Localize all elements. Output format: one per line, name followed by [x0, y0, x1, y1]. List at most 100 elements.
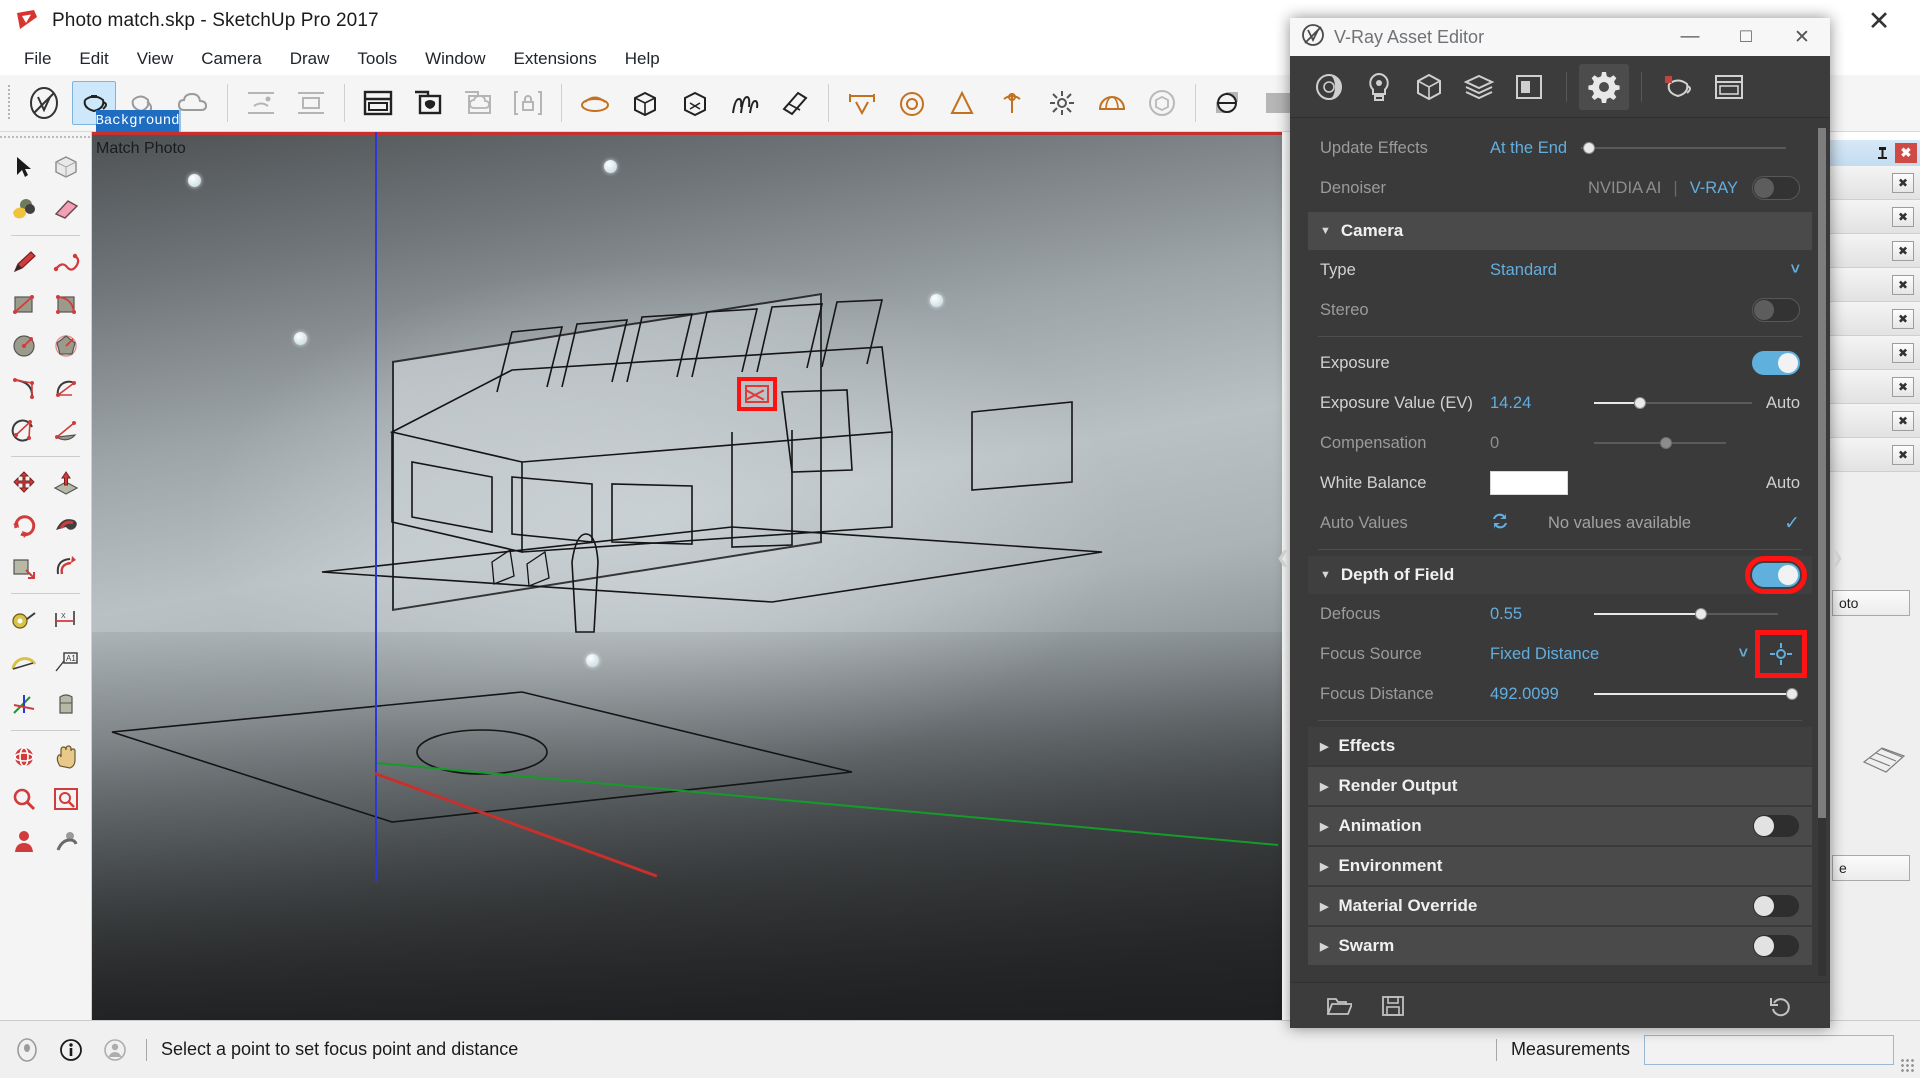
white-balance-auto[interactable]: Auto [1766, 474, 1800, 493]
tray-row[interactable]: ✖ [1829, 438, 1920, 472]
focus-distance-value[interactable]: 492.0099 [1490, 685, 1580, 704]
tray-btn-name[interactable]: e [1832, 855, 1910, 881]
line-pencil-icon[interactable] [3, 241, 45, 283]
rect-light-icon[interactable] [840, 81, 884, 125]
walk-icon[interactable] [45, 820, 87, 862]
rectangle-icon[interactable] [3, 283, 45, 325]
tray-close-button[interactable]: ✖ [1895, 143, 1917, 163]
resize-grip[interactable] [1900, 1058, 1914, 1072]
toolbar-grip[interactable] [6, 85, 15, 121]
collapse-right-arrow-icon[interactable]: ❯ [1830, 548, 1844, 568]
render-region-icon[interactable] [239, 81, 283, 125]
tape-measure-icon[interactable] [3, 599, 45, 641]
tray-btn-photo[interactable]: oto [1832, 590, 1910, 616]
denoiser-mode[interactable]: V-RAY [1690, 179, 1738, 198]
tab-render[interactable] [1654, 64, 1704, 110]
protractor-icon[interactable] [3, 641, 45, 683]
lock-icon[interactable] [506, 81, 550, 125]
eraser-icon[interactable] [45, 188, 87, 230]
tab-lights[interactable] [1354, 64, 1404, 110]
arc-3point-icon[interactable] [3, 409, 45, 451]
menu-extensions[interactable]: Extensions [500, 47, 611, 71]
zoom-icon[interactable] [3, 778, 45, 820]
sphere-light-icon[interactable] [890, 81, 934, 125]
render-frame-icon[interactable] [289, 81, 333, 125]
row-exposure[interactable]: Exposure [1308, 343, 1812, 383]
rotated-rectangle-icon[interactable] [45, 283, 87, 325]
info-icon[interactable] [54, 1033, 88, 1067]
row-update-effects[interactable]: Update Effects At the End [1308, 128, 1812, 168]
denoiser-engine[interactable]: NVIDIA AI [1588, 179, 1661, 198]
type-chevron-down-icon[interactable]: ˅ [1791, 261, 1800, 279]
scale-icon[interactable] [3, 546, 45, 588]
focus-source-chevron-down-icon[interactable]: ˅ [1739, 645, 1748, 663]
mesh-light-icon[interactable] [673, 81, 717, 125]
focus-source-value[interactable]: Fixed Distance [1490, 645, 1599, 664]
grid-icon[interactable] [1862, 740, 1906, 781]
paint-bucket-icon[interactable] [3, 188, 45, 230]
update-effects-value[interactable]: At the End [1490, 139, 1567, 158]
row-defocus[interactable]: Defocus 0.55 [1308, 594, 1812, 634]
row-exposure-value[interactable]: Exposure Value (EV) 14.24 Auto [1308, 383, 1812, 423]
rotate-icon[interactable] [3, 504, 45, 546]
white-balance-swatch[interactable] [1490, 471, 1568, 495]
pushpull-icon[interactable] [45, 462, 87, 504]
text-label-icon[interactable]: A1 [45, 641, 87, 683]
section-render-output[interactable]: ▶ Render Output [1308, 767, 1812, 805]
drawing-canvas[interactable] [92, 132, 1282, 1020]
maximize-button[interactable]: □ [1718, 18, 1774, 56]
dome-light-icon[interactable] [1090, 81, 1134, 125]
section-environment[interactable]: ▶ Environment [1308, 847, 1812, 885]
row-focus-distance[interactable]: Focus Distance 492.0099 [1308, 674, 1812, 714]
palette-grip[interactable] [0, 132, 91, 142]
check-icon[interactable]: ✓ [1784, 512, 1800, 535]
animation-toggle[interactable] [1752, 814, 1800, 838]
folder-open-icon[interactable] [1312, 990, 1366, 1022]
polygon-icon[interactable] [45, 325, 87, 367]
tab-frame-buffer[interactable] [1704, 64, 1754, 110]
section-material-override[interactable]: ▶ Material Override [1308, 887, 1812, 925]
vray-logo-icon[interactable] [22, 81, 66, 125]
compensation-value[interactable]: 0 [1490, 434, 1580, 453]
clipper-icon[interactable] [773, 81, 817, 125]
row-focus-source[interactable]: Focus Source Fixed Distance ˅ [1308, 634, 1812, 674]
pie-arc-icon[interactable] [45, 367, 87, 409]
circle-icon[interactable] [3, 325, 45, 367]
arc-segment-icon[interactable] [45, 409, 87, 451]
pin-icon[interactable] [1871, 143, 1893, 163]
spot-light-icon[interactable] [940, 81, 984, 125]
proxy-icon[interactable] [1140, 81, 1184, 125]
section-swarm[interactable]: ▶ Swarm [1308, 927, 1812, 965]
person-icon[interactable] [98, 1033, 132, 1067]
compensation-slider[interactable] [1594, 436, 1726, 450]
row-white-balance[interactable]: White Balance Auto [1308, 463, 1812, 503]
menu-camera[interactable]: Camera [187, 47, 275, 71]
row-type[interactable]: Type Standard ˅ [1308, 250, 1812, 290]
settings-scrollbar[interactable] [1818, 128, 1826, 976]
row-stereo[interactable]: Stereo [1308, 290, 1812, 330]
stereo-toggle[interactable] [1752, 298, 1800, 322]
row-close-icon[interactable]: ✖ [1892, 309, 1914, 329]
menu-help[interactable]: Help [611, 47, 674, 71]
infinite-plane-icon[interactable] [573, 81, 617, 125]
menu-tools[interactable]: Tools [343, 47, 411, 71]
exposure-value-slider[interactable] [1594, 396, 1752, 410]
focus-point-marker[interactable] [737, 377, 777, 411]
asset-editor-icon[interactable] [356, 81, 400, 125]
material-override-toggle[interactable] [1752, 894, 1800, 918]
axes-icon[interactable] [3, 683, 45, 725]
dof-toggle[interactable] [1752, 563, 1800, 587]
row-close-icon[interactable]: ✖ [1892, 445, 1914, 465]
select-arrow-icon[interactable] [3, 146, 45, 188]
tray-row[interactable]: ✖ [1829, 234, 1920, 268]
exposure-toggle[interactable] [1752, 351, 1800, 375]
tab-textures[interactable] [1454, 64, 1504, 110]
tray-row[interactable]: ✖ [1829, 200, 1920, 234]
collapse-left-arrow-icon[interactable]: ❮ [1276, 548, 1290, 568]
defocus-slider[interactable] [1594, 607, 1778, 621]
zoom-extents-icon[interactable] [45, 778, 87, 820]
row-auto-values[interactable]: Auto Values No values available ✓ [1308, 503, 1812, 543]
tray-row[interactable]: ✖ [1829, 166, 1920, 200]
row-close-icon[interactable]: ✖ [1892, 241, 1914, 261]
exposure-value-number[interactable]: 14.24 [1490, 394, 1580, 413]
